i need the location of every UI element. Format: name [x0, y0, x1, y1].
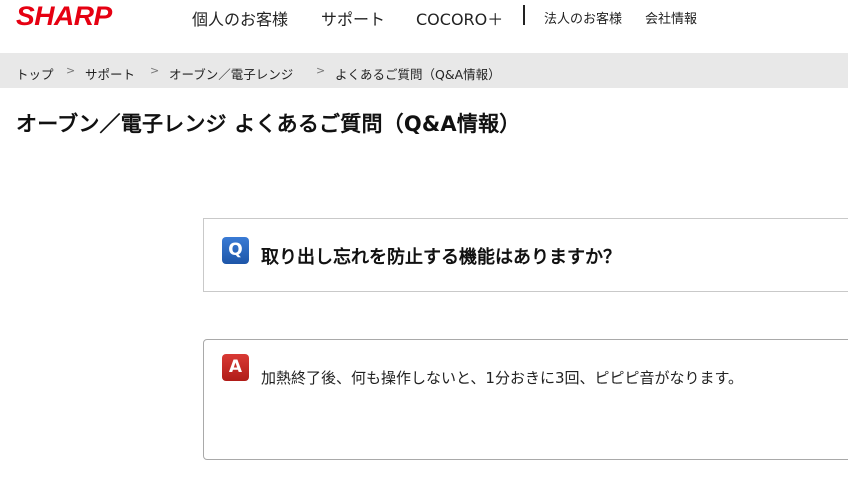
breadcrumb-oven[interactable]: オーブン／電子レンジ — [169, 64, 293, 83]
sharp-logo[interactable]: SHARP — [16, 1, 112, 32]
answer-badge-icon: A — [222, 354, 249, 381]
answer-text: 加熱終了後、何も操作しないと、1分おきに3回、ピピピ音がなります。 — [261, 369, 743, 387]
question-text: 取り出し忘れを防止する機能はありますか？ — [261, 247, 621, 268]
breadcrumb-separator: > — [150, 64, 160, 77]
breadcrumb-current: よくあるご質問（Q&A情報） — [335, 67, 501, 82]
breadcrumb-separator: > — [66, 64, 76, 77]
breadcrumb-top[interactable]: トップ — [16, 64, 54, 83]
question-badge-icon: Q — [222, 237, 249, 264]
nav-support[interactable]: サポート — [321, 6, 385, 30]
nav-cocoro-plus[interactable]: COCORO＋ — [416, 6, 503, 30]
nav-personal[interactable]: 個人のお客様 — [192, 6, 288, 30]
breadcrumb: トップ > サポート > オーブン／電子レンジ > よくあるご質問（Q&A情報） — [0, 53, 848, 88]
nav-divider — [523, 5, 525, 25]
nav-corporate-info[interactable]: 会社情報 — [645, 8, 697, 27]
breadcrumb-support[interactable]: サポート — [85, 64, 135, 83]
answer-box: A 加熱終了後、何も操作しないと、1分おきに3回、ピピピ音がなります。 — [203, 339, 848, 460]
page-title: オーブン／電子レンジ よくあるご質問（Q&A情報） — [16, 112, 521, 136]
nav-business[interactable]: 法人のお客様 — [544, 8, 622, 27]
question-box: Q 取り出し忘れを防止する機能はありますか？ — [203, 218, 848, 292]
site-header: SHARP 個人のお客様 サポート COCORO＋ 法人のお客様 会社情報 — [0, 0, 848, 52]
breadcrumb-separator: > — [316, 64, 326, 77]
